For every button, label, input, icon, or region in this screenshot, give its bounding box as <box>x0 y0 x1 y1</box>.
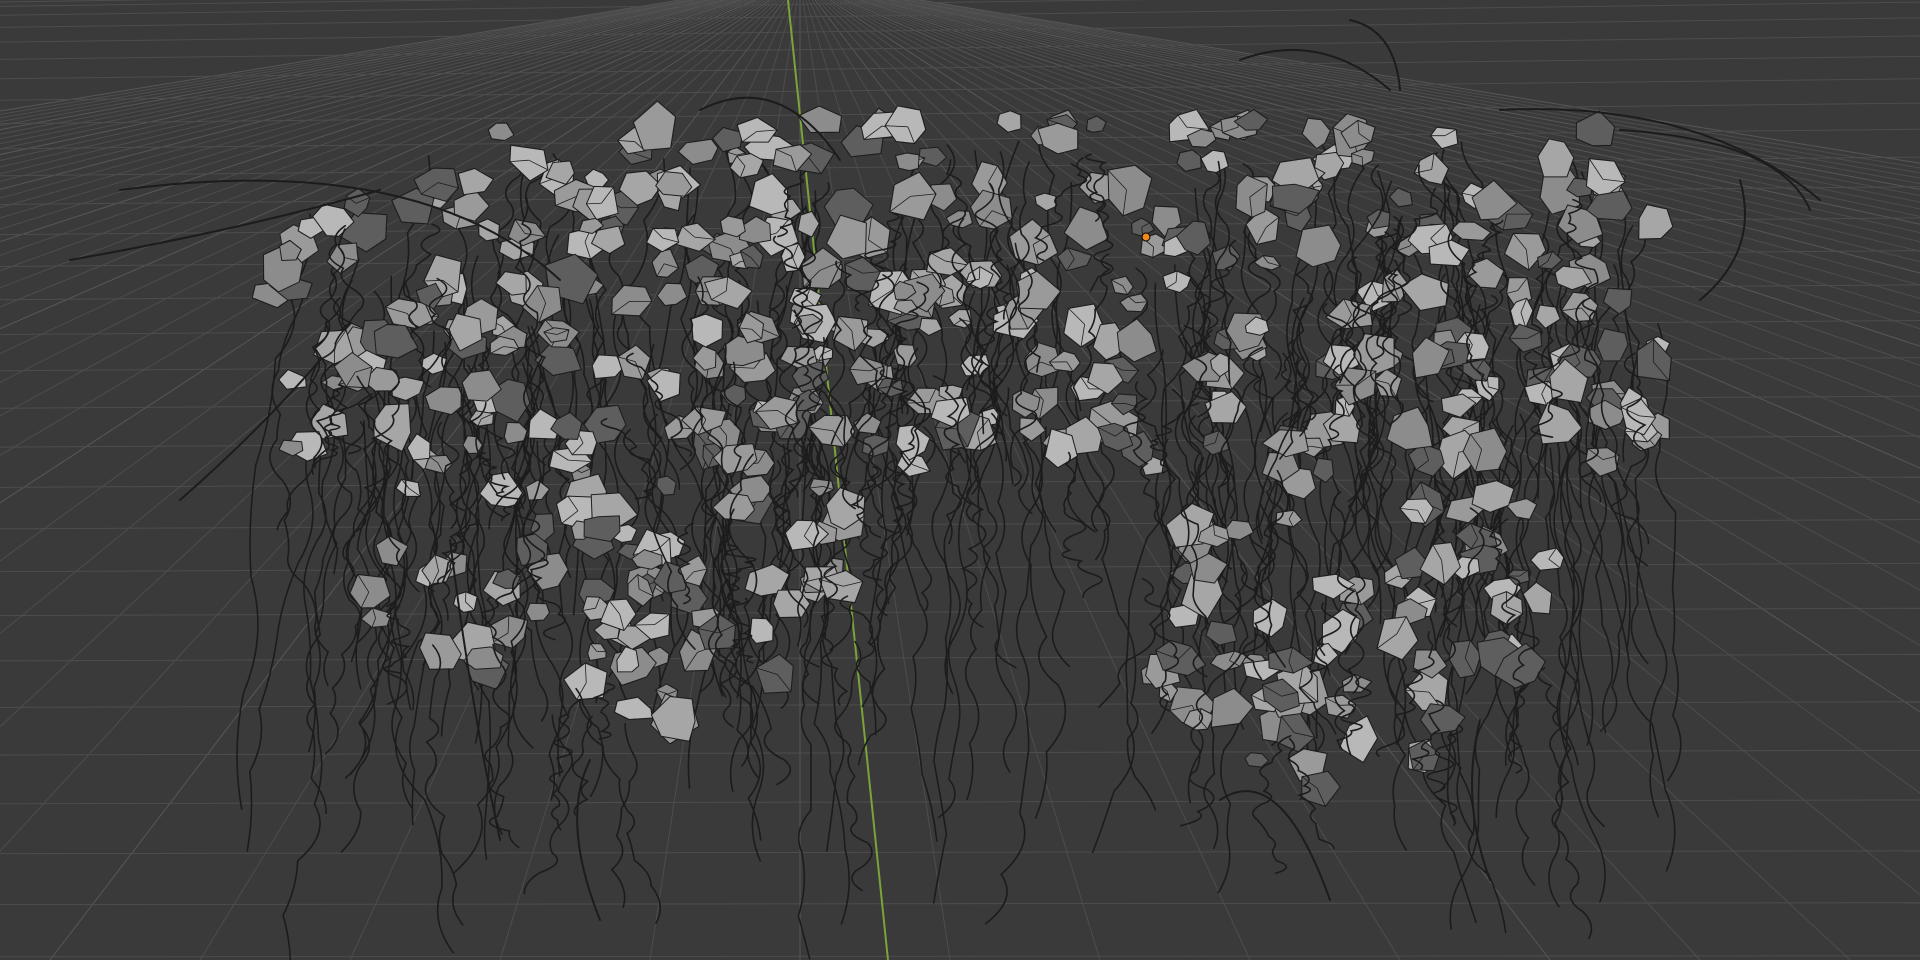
vine-strand <box>1548 447 1572 908</box>
ivy-leaf <box>918 146 947 167</box>
ivy-leaf <box>1537 138 1575 178</box>
ivy-leaf <box>650 696 696 742</box>
ivy-leaf <box>895 152 920 172</box>
ivy-leaf <box>1388 187 1413 208</box>
ivy-leaf <box>656 282 688 306</box>
grid-line <box>0 0 729 199</box>
vine-strand <box>523 714 574 895</box>
ivy-leaf <box>1037 122 1079 155</box>
vine-strand <box>1654 323 1682 782</box>
ivy-leaf <box>406 433 431 461</box>
grid-line <box>0 749 1920 756</box>
grid-line <box>0 850 1920 855</box>
grid-line <box>0 955 1920 958</box>
ivy-leaf <box>1386 406 1433 451</box>
ivy-leaf <box>587 643 607 661</box>
vine-strand <box>424 644 464 926</box>
ivy-leaf <box>749 617 774 644</box>
ivy-leaf <box>691 313 723 348</box>
ivy-leaf <box>1522 581 1553 615</box>
ivy-leaf <box>1034 192 1057 212</box>
ivy-leaf <box>1560 291 1599 322</box>
ivy-leaf <box>1119 293 1148 313</box>
vine-strand <box>305 436 347 814</box>
ivy-leaf <box>583 515 621 542</box>
ivy-leaf <box>457 168 494 196</box>
vine-strand <box>1471 719 1491 881</box>
vine-strand <box>645 413 683 648</box>
vine-strand <box>1214 160 1235 385</box>
leaf-edge <box>1652 339 1655 362</box>
vine-strand <box>931 436 952 904</box>
grid-line <box>0 0 711 156</box>
ivy-leaf <box>1596 328 1629 362</box>
ivy-leaf <box>1116 318 1157 363</box>
vine-strand <box>1537 667 1593 940</box>
ivy-leaf <box>996 110 1022 133</box>
ivy-leaf <box>614 696 653 720</box>
ivy-leaf <box>1086 115 1107 133</box>
grid-line <box>49 0 786 960</box>
grid-line <box>0 476 1920 488</box>
3d-viewport[interactable] <box>0 0 1920 960</box>
vine-strand <box>340 423 402 853</box>
ivy-leaf <box>919 317 943 336</box>
grid-line <box>0 0 717 168</box>
grid-line <box>0 102 1920 125</box>
ivy-leaf <box>861 434 890 457</box>
ivy-leaf <box>677 138 719 165</box>
ivy-leaf <box>1210 687 1254 728</box>
vine-strand <box>610 723 638 908</box>
grid-line <box>0 0 714 162</box>
ivy-leaf <box>375 535 409 567</box>
ivy-leaf <box>884 105 927 144</box>
ivy-leaf <box>826 214 867 260</box>
ivy-leaf <box>611 284 653 317</box>
ivy-leaf <box>656 475 677 496</box>
vine-strand <box>571 687 592 816</box>
viewport-canvas[interactable] <box>0 0 1920 960</box>
ivy-leaf <box>1585 447 1620 477</box>
ivy-leaf <box>1638 204 1674 240</box>
ivy-leaf <box>1575 110 1616 147</box>
vine-strand <box>282 435 327 960</box>
ivy-leaf <box>1253 255 1282 271</box>
grid-line <box>0 35 1920 60</box>
ivy-leaf <box>748 173 789 216</box>
ivy-leaf <box>736 117 778 143</box>
floor-grid <box>0 0 1920 960</box>
ivy-leaf <box>1295 224 1342 268</box>
ivy-leaf <box>424 386 462 416</box>
vine-strand <box>995 440 1018 773</box>
origin-dot-icon[interactable] <box>1141 232 1151 242</box>
ivy-leaf <box>646 227 680 253</box>
grid-line <box>0 799 1920 805</box>
ivy-leaf <box>1131 217 1155 237</box>
ivy-leaf <box>1205 620 1238 646</box>
ivy-leaf <box>525 602 550 622</box>
ivy-leaf <box>1339 715 1378 763</box>
ivy-leaf <box>1450 221 1492 241</box>
